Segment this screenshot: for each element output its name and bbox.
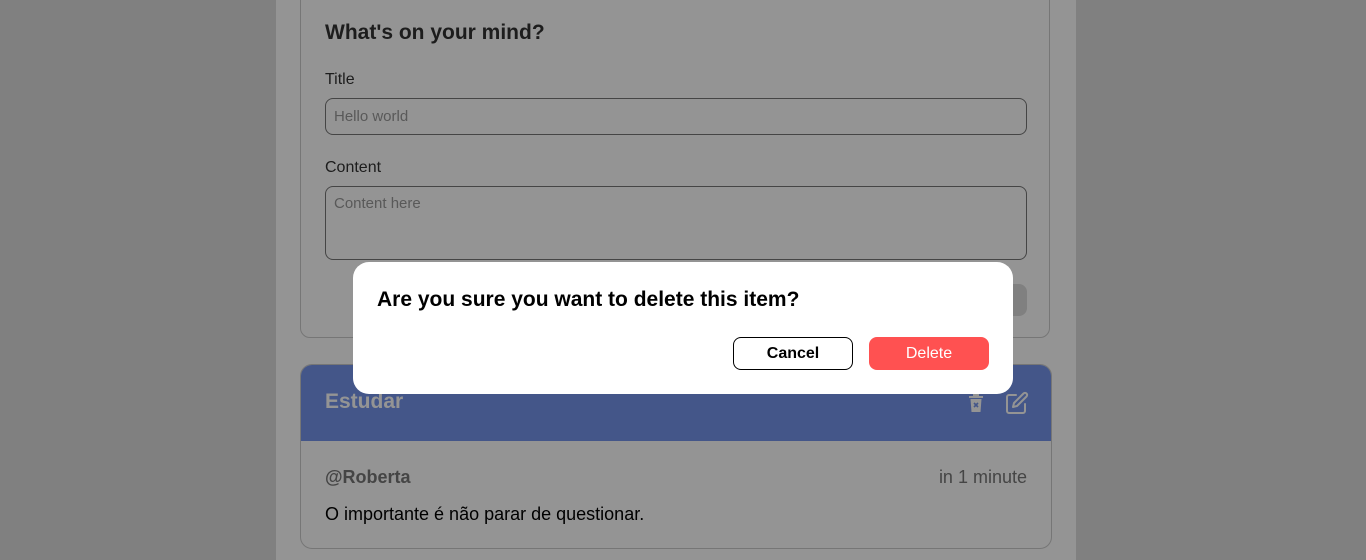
delete-confirm-dialog: Are you sure you want to delete this ite… [353, 262, 1013, 394]
cancel-button[interactable]: Cancel [733, 337, 853, 370]
dialog-title: Are you sure you want to delete this ite… [377, 288, 800, 311]
delete-button[interactable]: Delete [869, 337, 989, 370]
